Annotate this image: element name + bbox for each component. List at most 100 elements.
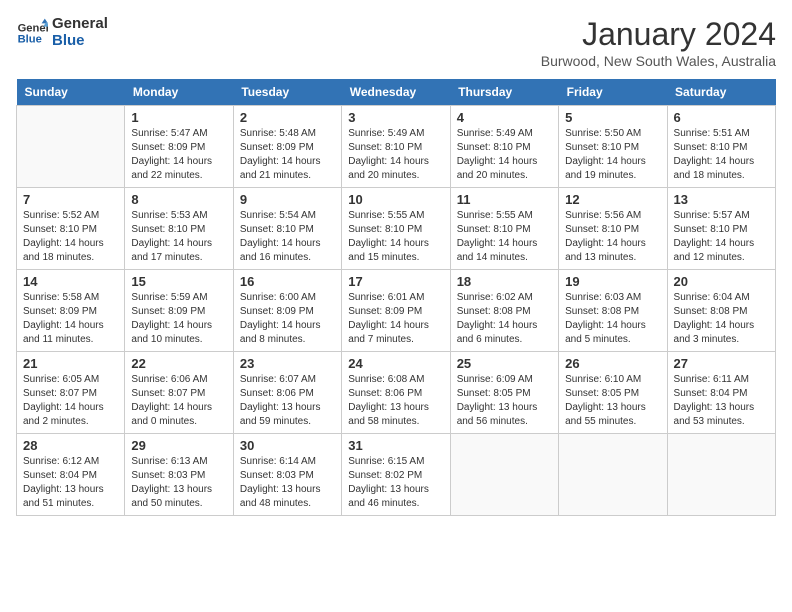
- header-saturday: Saturday: [667, 79, 775, 106]
- day-info: Sunrise: 5:59 AM Sunset: 8:09 PM Dayligh…: [131, 291, 226, 347]
- day-info: Sunrise: 6:01 AM Sunset: 8:09 PM Dayligh…: [348, 291, 443, 347]
- day-info: Sunrise: 6:03 AM Sunset: 8:08 PM Dayligh…: [565, 291, 660, 347]
- calendar-subtitle: Burwood, New South Wales, Australia: [541, 53, 776, 69]
- day-number: 28: [23, 438, 118, 453]
- header-thursday: Thursday: [450, 79, 558, 106]
- header-sunday: Sunday: [17, 79, 125, 106]
- day-number: 9: [240, 192, 335, 207]
- day-info: Sunrise: 6:14 AM Sunset: 8:03 PM Dayligh…: [240, 455, 335, 511]
- day-cell: [559, 434, 667, 516]
- day-number: 5: [565, 110, 660, 125]
- day-cell: 16Sunrise: 6:00 AM Sunset: 8:09 PM Dayli…: [233, 270, 341, 352]
- day-number: 12: [565, 192, 660, 207]
- calendar-title: January 2024: [541, 16, 776, 53]
- day-info: Sunrise: 6:10 AM Sunset: 8:05 PM Dayligh…: [565, 373, 660, 429]
- day-cell: 5 Sunrise: 5:50 AM Sunset: 8:10 PM Daylig…: [559, 106, 667, 188]
- day-number: 18: [457, 274, 552, 289]
- day-info: Sunrise: 6:06 AM Sunset: 8:07 PM Dayligh…: [131, 373, 226, 429]
- day-cell: 7Sunrise: 5:52 AM Sunset: 8:10 PM Daylig…: [17, 188, 125, 270]
- day-number: 7: [23, 192, 118, 207]
- day-cell: 27Sunrise: 6:11 AM Sunset: 8:04 PM Dayli…: [667, 352, 775, 434]
- day-cell: 18 Sunrise: 6:02 AM Sunset: 8:08 PM Dayli…: [450, 270, 558, 352]
- day-info: Sunrise: 5:51 AM Sunset: 8:10 PM Dayligh…: [674, 127, 769, 183]
- day-info: Sunrise: 5:50 AM Sunset: 8:10 PM Dayligh…: [565, 127, 660, 183]
- day-info: Sunrise: 5:47 AM Sunset: 8:09 PM Dayligh…: [131, 127, 226, 183]
- day-number: 23: [240, 356, 335, 371]
- day-number: 6: [674, 110, 769, 125]
- day-number: 26: [565, 356, 660, 371]
- day-cell: 26 Sunrise: 6:10 AM Sunset: 8:05 PM Dayli…: [559, 352, 667, 434]
- header-monday: Monday: [125, 79, 233, 106]
- day-info: Sunrise: 6:09 AM Sunset: 8:05 PM Dayligh…: [457, 373, 552, 429]
- day-cell: 25 Sunrise: 6:09 AM Sunset: 8:05 PM Dayli…: [450, 352, 558, 434]
- day-number: 21: [23, 356, 118, 371]
- day-number: 14: [23, 274, 118, 289]
- day-cell: [450, 434, 558, 516]
- day-info: Sunrise: 6:08 AM Sunset: 8:06 PM Dayligh…: [348, 373, 443, 429]
- day-cell: 15Sunrise: 5:59 AM Sunset: 8:09 PM Dayli…: [125, 270, 233, 352]
- header-friday: Friday: [559, 79, 667, 106]
- day-number: 13: [674, 192, 769, 207]
- day-number: 1: [131, 110, 226, 125]
- day-info: Sunrise: 6:13 AM Sunset: 8:03 PM Dayligh…: [131, 455, 226, 511]
- day-info: Sunrise: 6:07 AM Sunset: 8:06 PM Dayligh…: [240, 373, 335, 429]
- day-cell: 21Sunrise: 6:05 AM Sunset: 8:07 PM Dayli…: [17, 352, 125, 434]
- day-info: Sunrise: 6:00 AM Sunset: 8:09 PM Dayligh…: [240, 291, 335, 347]
- day-info: Sunrise: 5:53 AM Sunset: 8:10 PM Dayligh…: [131, 209, 226, 265]
- day-cell: 19Sunrise: 6:03 AM Sunset: 8:08 PM Dayli…: [559, 270, 667, 352]
- day-number: 2: [240, 110, 335, 125]
- day-cell: 23 Sunrise: 6:07 AM Sunset: 8:06 PM Dayli…: [233, 352, 341, 434]
- day-cell: 28 Sunrise: 6:12 AM Sunset: 8:04 PM Dayli…: [17, 434, 125, 516]
- day-cell: 30 Sunrise: 6:14 AM Sunset: 8:03 PM Dayli…: [233, 434, 341, 516]
- day-cell: 1 Sunrise: 5:47 AM Sunset: 8:09 PM Daylig…: [125, 106, 233, 188]
- header-tuesday: Tuesday: [233, 79, 341, 106]
- day-cell: [17, 106, 125, 188]
- day-info: Sunrise: 5:58 AM Sunset: 8:09 PM Dayligh…: [23, 291, 118, 347]
- day-number: 8: [131, 192, 226, 207]
- day-info: Sunrise: 5:56 AM Sunset: 8:10 PM Dayligh…: [565, 209, 660, 265]
- header-row: SundayMondayTuesdayWednesdayThursdayFrid…: [17, 79, 776, 106]
- day-cell: 2 Sunrise: 5:48 AM Sunset: 8:09 PM Daylig…: [233, 106, 341, 188]
- day-number: 4: [457, 110, 552, 125]
- day-cell: 24Sunrise: 6:08 AM Sunset: 8:06 PM Dayli…: [342, 352, 450, 434]
- week-row-5: 28 Sunrise: 6:12 AM Sunset: 8:04 PM Dayli…: [17, 434, 776, 516]
- logo-icon: General Blue: [16, 17, 48, 49]
- logo: General Blue General Blue: [16, 16, 108, 49]
- day-number: 17: [348, 274, 443, 289]
- day-number: 30: [240, 438, 335, 453]
- title-block: January 2024 Burwood, New South Wales, A…: [541, 16, 776, 69]
- day-cell: 29 Sunrise: 6:13 AM Sunset: 8:03 PM Dayli…: [125, 434, 233, 516]
- day-info: Sunrise: 6:11 AM Sunset: 8:04 PM Dayligh…: [674, 373, 769, 429]
- day-info: Sunrise: 5:57 AM Sunset: 8:10 PM Dayligh…: [674, 209, 769, 265]
- page-header: General Blue General Blue January 2024 B…: [16, 16, 776, 69]
- header-wednesday: Wednesday: [342, 79, 450, 106]
- day-number: 29: [131, 438, 226, 453]
- logo-text-line1: General: [52, 16, 108, 33]
- day-cell: 3 Sunrise: 5:49 AM Sunset: 8:10 PM Daylig…: [342, 106, 450, 188]
- day-info: Sunrise: 6:12 AM Sunset: 8:04 PM Dayligh…: [23, 455, 118, 511]
- day-cell: 22Sunrise: 6:06 AM Sunset: 8:07 PM Dayli…: [125, 352, 233, 434]
- day-cell: 13 Sunrise: 5:57 AM Sunset: 8:10 PM Dayli…: [667, 188, 775, 270]
- day-cell: [667, 434, 775, 516]
- day-info: Sunrise: 5:48 AM Sunset: 8:09 PM Dayligh…: [240, 127, 335, 183]
- day-info: Sunrise: 5:54 AM Sunset: 8:10 PM Dayligh…: [240, 209, 335, 265]
- day-info: Sunrise: 6:02 AM Sunset: 8:08 PM Dayligh…: [457, 291, 552, 347]
- week-row-4: 21Sunrise: 6:05 AM Sunset: 8:07 PM Dayli…: [17, 352, 776, 434]
- day-info: Sunrise: 5:55 AM Sunset: 8:10 PM Dayligh…: [457, 209, 552, 265]
- day-info: Sunrise: 5:49 AM Sunset: 8:10 PM Dayligh…: [348, 127, 443, 183]
- day-number: 25: [457, 356, 552, 371]
- week-row-1: 1 Sunrise: 5:47 AM Sunset: 8:09 PM Daylig…: [17, 106, 776, 188]
- logo-text-line2: Blue: [52, 33, 108, 50]
- svg-text:General: General: [18, 22, 48, 34]
- day-cell: 4 Sunrise: 5:49 AM Sunset: 8:10 PM Daylig…: [450, 106, 558, 188]
- day-number: 3: [348, 110, 443, 125]
- day-info: Sunrise: 5:49 AM Sunset: 8:10 PM Dayligh…: [457, 127, 552, 183]
- day-cell: 17 Sunrise: 6:01 AM Sunset: 8:09 PM Dayli…: [342, 270, 450, 352]
- day-number: 10: [348, 192, 443, 207]
- day-cell: 10Sunrise: 5:55 AM Sunset: 8:10 PM Dayli…: [342, 188, 450, 270]
- day-cell: 20Sunrise: 6:04 AM Sunset: 8:08 PM Dayli…: [667, 270, 775, 352]
- day-cell: 11Sunrise: 5:55 AM Sunset: 8:10 PM Dayli…: [450, 188, 558, 270]
- day-info: Sunrise: 6:04 AM Sunset: 8:08 PM Dayligh…: [674, 291, 769, 347]
- svg-text:Blue: Blue: [18, 33, 42, 45]
- week-row-2: 7Sunrise: 5:52 AM Sunset: 8:10 PM Daylig…: [17, 188, 776, 270]
